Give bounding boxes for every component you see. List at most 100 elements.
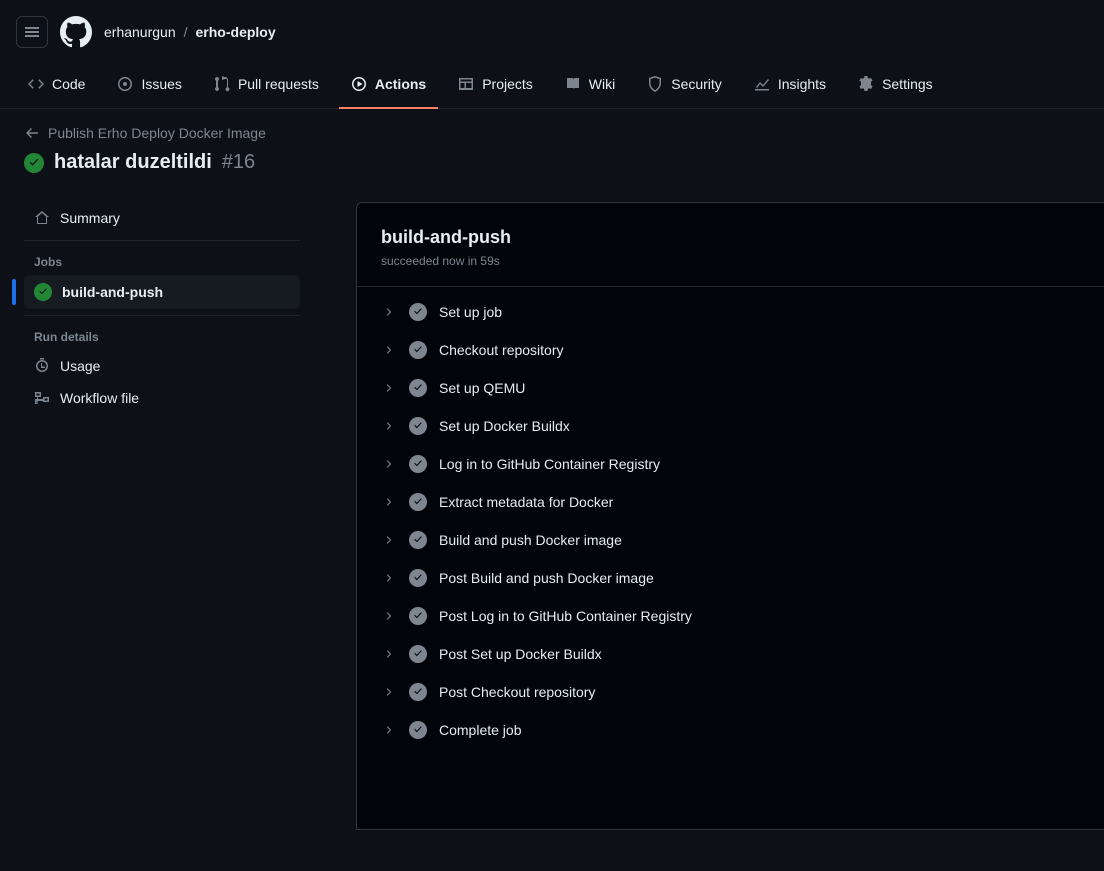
check-icon (27, 156, 41, 170)
check-icon (412, 686, 424, 698)
tab-label: Insights (778, 76, 826, 92)
check-icon (412, 306, 424, 318)
step-row[interactable]: Post Log in to GitHub Container Registry (357, 597, 1104, 635)
check-icon (412, 724, 424, 736)
job-panel: build-and-push succeeded now in 59s Set … (356, 202, 1104, 830)
tab-label: Security (671, 76, 722, 92)
arrow-left-icon (24, 125, 40, 141)
sidebar-label: Summary (60, 210, 120, 226)
check-icon (412, 496, 424, 508)
check-icon (412, 648, 424, 660)
step-label: Post Set up Docker Buildx (439, 646, 602, 662)
stopwatch-icon (34, 358, 50, 374)
status-success-icon (24, 153, 44, 173)
tab-label: Actions (375, 76, 426, 92)
chevron-right-icon (381, 458, 397, 470)
breadcrumb: erhanurgun / erho-deploy (104, 24, 276, 40)
chevron-right-icon (381, 420, 397, 432)
chevron-right-icon (381, 306, 397, 318)
breadcrumb-separator: / (184, 24, 188, 40)
tab-issues[interactable]: Issues (105, 68, 193, 108)
github-icon (60, 16, 92, 48)
status-success-icon (409, 531, 427, 549)
step-label: Set up job (439, 304, 502, 320)
github-logo[interactable] (60, 16, 92, 48)
step-row[interactable]: Post Set up Docker Buildx (357, 635, 1104, 673)
divider (24, 315, 300, 316)
tab-label: Projects (482, 76, 533, 92)
step-row[interactable]: Checkout repository (357, 331, 1104, 369)
status-success-icon (409, 341, 427, 359)
tab-settings[interactable]: Settings (846, 68, 945, 108)
step-label: Set up Docker Buildx (439, 418, 570, 434)
breadcrumb-repo[interactable]: erho-deploy (196, 24, 276, 40)
step-label: Build and push Docker image (439, 532, 622, 548)
sidebar-label: Workflow file (60, 390, 139, 406)
tab-security[interactable]: Security (635, 68, 734, 108)
tab-actions[interactable]: Actions (339, 68, 438, 108)
back-link[interactable]: Publish Erho Deploy Docker Image (24, 125, 1080, 141)
step-row[interactable]: Set up QEMU (357, 369, 1104, 407)
job-title: build-and-push (381, 227, 1080, 248)
step-label: Log in to GitHub Container Registry (439, 456, 660, 472)
chevron-right-icon (381, 572, 397, 584)
issue-icon (117, 76, 133, 92)
step-row[interactable]: Post Build and push Docker image (357, 559, 1104, 597)
repo-nav: Code Issues Pull requests Actions Projec… (0, 68, 1104, 109)
check-icon (412, 458, 424, 470)
tab-projects[interactable]: Projects (446, 68, 545, 108)
tab-wiki[interactable]: Wiki (553, 68, 627, 108)
gear-icon (858, 76, 874, 92)
sidebar-label: Usage (60, 358, 100, 374)
shield-icon (647, 76, 663, 92)
sidebar: Summary Jobs build-and-push Run details … (0, 202, 312, 830)
step-label: Post Log in to GitHub Container Registry (439, 608, 692, 624)
step-row[interactable]: Log in to GitHub Container Registry (357, 445, 1104, 483)
step-row[interactable]: Set up Docker Buildx (357, 407, 1104, 445)
run-title: hatalar duzeltildi #16 (24, 151, 1080, 174)
sidebar-summary[interactable]: Summary (24, 202, 300, 234)
sidebar-workflow-file[interactable]: Workflow file (24, 382, 300, 414)
table-icon (458, 76, 474, 92)
book-icon (565, 76, 581, 92)
step-row[interactable]: Complete job (357, 711, 1104, 749)
step-label: Set up QEMU (439, 380, 525, 396)
step-label: Post Build and push Docker image (439, 570, 654, 586)
chevron-right-icon (381, 610, 397, 622)
sidebar-job-label: build-and-push (62, 284, 163, 300)
tab-label: Wiki (589, 76, 615, 92)
step-row[interactable]: Extract metadata for Docker (357, 483, 1104, 521)
breadcrumb-owner[interactable]: erhanurgun (104, 24, 176, 40)
global-menu-button[interactable] (16, 16, 48, 48)
step-label: Checkout repository (439, 342, 564, 358)
check-icon (412, 382, 424, 394)
status-success-icon (409, 683, 427, 701)
check-icon (412, 534, 424, 546)
status-success-icon (409, 645, 427, 663)
status-success-icon (409, 455, 427, 473)
sidebar-job-build-and-push[interactable]: build-and-push (24, 275, 300, 309)
step-row[interactable]: Post Checkout repository (357, 673, 1104, 711)
tab-label: Issues (141, 76, 181, 92)
chevron-right-icon (381, 496, 397, 508)
sidebar-usage[interactable]: Usage (24, 350, 300, 382)
status-success-icon (409, 303, 427, 321)
status-success-icon (409, 379, 427, 397)
sidebar-details-heading: Run details (24, 322, 300, 350)
tab-insights[interactable]: Insights (742, 68, 838, 108)
step-row[interactable]: Build and push Docker image (357, 521, 1104, 559)
chevron-right-icon (381, 344, 397, 356)
tab-pull-requests[interactable]: Pull requests (202, 68, 331, 108)
graph-icon (754, 76, 770, 92)
tab-code[interactable]: Code (16, 68, 97, 108)
chevron-right-icon (381, 724, 397, 736)
run-number: #16 (222, 151, 255, 174)
status-success-icon (409, 721, 427, 739)
status-success-icon (409, 569, 427, 587)
step-row[interactable]: Set up job (357, 293, 1104, 331)
divider (24, 240, 300, 241)
check-icon (412, 610, 424, 622)
status-success-icon (34, 283, 52, 301)
step-label: Complete job (439, 722, 522, 738)
check-icon (37, 286, 49, 298)
